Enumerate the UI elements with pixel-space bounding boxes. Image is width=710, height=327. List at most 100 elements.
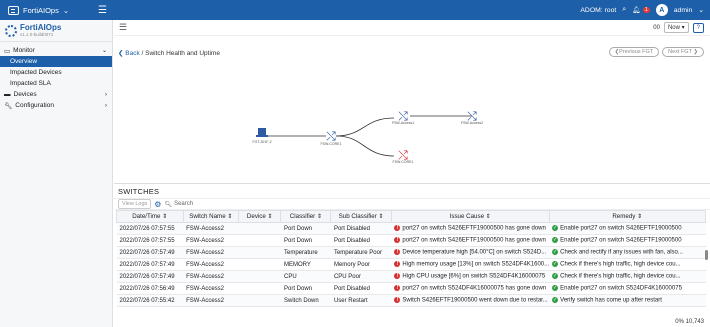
cell-remedy: ✓ Enable port27 on switch S524DF4K1600007… [549,282,706,295]
sidebar-item-devices[interactable]: ▬ Devices › [0,89,112,100]
cell-classifier: Port Down [280,234,331,247]
search-icon[interactable]: ⌕ [622,6,626,14]
column-header-date-time[interactable]: Date/Time ⇕ [116,210,184,223]
main-content: ☰ 00 Now ▾ ? ❮ Back / Switch Health and … [114,20,710,327]
chevron-down-icon: ⌄ [62,5,70,15]
cell-classifier: Temperature [280,246,331,259]
sidebar-brand-version: v1.1.0-build0071 [20,32,54,37]
user-menu[interactable]: admin [674,7,693,14]
topology-node-core[interactable]: ⤭ FSW-CORE1 [321,129,342,146]
error-icon: ! [394,261,401,268]
switch-icon: ⤭ [326,129,336,143]
adom-label[interactable]: ADOM: root [580,7,616,14]
table-scrollbar[interactable] [705,250,708,260]
table-row[interactable]: 2022/07/26 07:56:49 FSW-Access2 Port Dow… [116,282,706,295]
table-row[interactable]: 2022/07/26 07:57:55 FSW-Access2 Port Dow… [116,234,706,247]
sidebar-item-monitor[interactable]: ▭ Monitor ⌄ [0,45,112,56]
time-range-select[interactable]: Now ▾ [663,22,689,33]
refresh-interval[interactable]: 00 [653,25,660,31]
table-row[interactable]: 2022/07/26 07:57:49 FSW-Access2 MEMORY M… [116,258,706,271]
cell-sub-classifier: Port Disabled [330,282,392,295]
cell-issue-cause: ! Switch S426EFTF19000500 went down due t… [391,294,550,307]
error-icon: ! [394,285,401,292]
topology-node-access2[interactable]: ⤭ FSW-Access2 [461,109,483,125]
sidebar: FortiAIOps v1.1.0-build0071 ▭ Monitor ⌄ … [0,20,113,327]
view-logs-button[interactable]: View Logs [118,199,152,209]
cell-switch-name: FSW-Access2 [183,282,239,295]
column-header-sub-classifier[interactable]: Sub Classifier ⇕ [330,210,392,223]
next-fgt-button[interactable]: Next FGT ❯ [662,47,704,57]
topology-node-core-down[interactable]: ⤭ FSW-CORE1 [393,148,414,164]
node-label: FSW-CORE1 [321,142,342,146]
table-row[interactable]: 2022/07/26 07:57:49 FSW-Access2 Temperat… [116,246,706,259]
check-icon: ✓ [552,297,559,304]
cell-date-time: 2022/07/26 07:57:49 [116,270,184,283]
bell-icon[interactable]: 🔔︎ [632,6,641,14]
column-header-remedy[interactable]: Remedy ⇕ [548,210,707,223]
cell-device [238,246,281,259]
app-switcher[interactable]: FortiAIOps ⌄ ☰ [0,0,113,20]
topology-graph: FGT-301F-2 ⤭ FSW-CORE1 ⤭ FSW-Access1 ⤭ F… [252,109,483,164]
table-row[interactable]: 2022/07/26 07:57:55 FSW-Access2 Port Dow… [116,222,706,235]
cell-device [238,270,281,283]
cell-issue-cause: ! High CPU usage [6%] on switch S524DF4K1… [391,270,550,283]
topology-links [266,115,472,157]
monitor-icon: ▭ [4,47,11,55]
sidebar-item-label: Devices [13,91,37,98]
check-icon: ✓ [552,285,559,292]
search-icon: 🔍︎ [164,201,173,208]
table-row[interactable]: 2022/07/26 07:55:42 FSW-Access2 Switch D… [116,294,706,307]
table-row[interactable]: 2022/07/26 07:57:49 FSW-Access2 CPU CPU … [116,270,706,283]
search-input[interactable]: Search [174,201,193,207]
error-icon: ! [394,225,401,232]
topology-node-access1[interactable]: ⤭ FSW-Access1 [392,109,414,125]
sidebar-item-label: Configuration [15,102,54,109]
sidebar-item-impacted-devices[interactable]: Impacted Devices [0,67,112,78]
cell-date-time: 2022/07/26 07:57:49 [116,258,184,271]
cell-issue-cause: ! Device temperature high [54.00°C] on sw… [391,246,550,259]
sidebar-item-impacted-sla[interactable]: Impacted SLA [0,78,112,89]
menu-icon[interactable]: ☰ [119,22,127,33]
search-box[interactable]: 🔍︎ Search [164,201,710,208]
user-chevron-icon[interactable]: ⌄ [698,6,704,14]
node-label: FSW-Access1 [392,121,414,125]
cell-device [238,222,281,235]
column-header-issue-cause[interactable]: Issue Cause ⇕ [390,210,550,223]
check-icon: ✓ [552,249,559,256]
chevron-down-icon: ⌄ [101,48,107,54]
cell-sub-classifier: Temperature Poor [330,246,392,259]
cell-remedy: ✓ Check if there's high traffic, high dev… [549,270,706,283]
gear-logo-icon [5,24,17,37]
cell-sub-classifier: Port Disabled [330,234,392,247]
check-icon: ✓ [552,225,559,232]
cell-remedy: ✓ Check if there's high traffic, high dev… [549,258,706,271]
sidebar-item-label: Monitor [13,47,35,54]
column-header-classifier[interactable]: Classifier ⇕ [280,210,332,223]
column-header-device[interactable]: Device ⇕ [238,210,282,223]
error-icon: ! [394,237,401,244]
sidebar-brand-name: FortiAIOps [20,23,62,32]
column-header-switch-name[interactable]: Switch Name ⇕ [182,210,240,223]
node-label: FSW-CORE1 [393,160,414,164]
table-footer: 0% 10,743 [675,319,704,325]
cell-sub-classifier: Port Disabled [330,222,392,235]
cell-sub-classifier: Memory Poor [330,258,392,271]
menu-toggle-icon[interactable]: ☰ [98,5,107,16]
cell-date-time: 2022/07/26 07:57:49 [116,246,184,259]
error-icon: ! [394,273,401,280]
cell-switch-name: FSW-Access2 [183,270,239,283]
error-icon: ! [394,297,401,304]
cell-switch-name: FSW-Access2 [183,294,239,307]
switches-toolbar: View Logs ⚙ 🔍︎ Search [114,198,710,210]
sidebar-item-configuration[interactable]: 🔧︎ Configuration › [0,100,112,111]
node-label: FSW-Access2 [461,121,483,125]
back-link[interactable]: ❮ Back [118,50,140,57]
sidebar-item-overview[interactable]: Overview [0,56,112,67]
help-icon[interactable]: ? [692,22,704,33]
cell-classifier: Port Down [280,282,331,295]
avatar[interactable]: A [655,4,668,16]
sidebar-item-label: Impacted SLA [10,80,51,87]
app-logo-icon [8,5,19,15]
settings-icon[interactable]: ⚙ [154,200,161,209]
previous-fgt-button[interactable]: ❮Previous FGT [608,47,660,57]
